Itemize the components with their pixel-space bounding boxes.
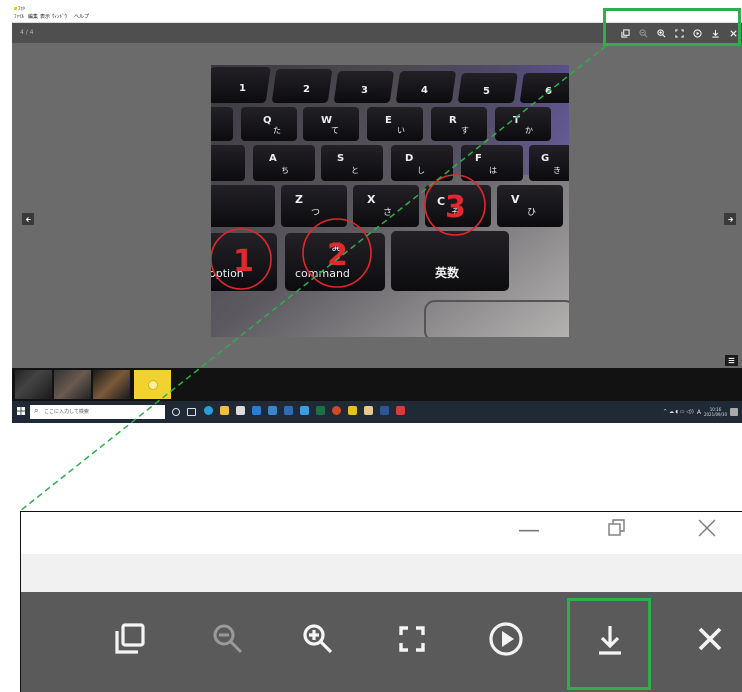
svg-text:し: し: [417, 166, 425, 175]
previous-arrow-icon[interactable]: [22, 213, 34, 225]
svg-text:4: 4: [421, 85, 428, 96]
app-logo-icon: [14, 7, 17, 10]
svg-text:2: 2: [303, 84, 310, 95]
thumbnail-circle: [148, 380, 158, 390]
svg-text:3: 3: [445, 190, 466, 225]
svg-text:X: X: [367, 193, 376, 206]
svg-text:V: V: [511, 193, 520, 206]
word-icon[interactable]: [380, 406, 389, 415]
windows-start-icon[interactable]: [17, 407, 26, 416]
app-title: ﾌｫﾄ: [18, 6, 26, 12]
grid-view-button[interactable]: [725, 355, 738, 366]
thumbnail-4-selected[interactable]: [134, 370, 171, 399]
search-icon: ⌕: [34, 406, 39, 415]
taskbar-clock[interactable]: 10:16 2021/09/30: [704, 407, 727, 417]
fullscreen-icon[interactable]: [387, 614, 437, 664]
app-icon-blue-3[interactable]: [300, 406, 309, 415]
next-arrow-icon[interactable]: [724, 213, 736, 225]
svg-text:か: か: [525, 126, 533, 135]
svg-text:E: E: [385, 115, 392, 126]
svg-text:ひ: ひ: [527, 207, 536, 218]
svg-text:G: G: [541, 153, 549, 164]
thumbnail-2[interactable]: [54, 370, 91, 399]
minimize-icon[interactable]: —: [518, 518, 540, 543]
svg-text:R: R: [449, 115, 457, 126]
menu-help[interactable]: ヘルプ: [74, 14, 89, 21]
photo-app-icon[interactable]: [348, 406, 357, 415]
copy-icon[interactable]: [105, 614, 155, 664]
toolbar-highlight-box: [603, 8, 741, 46]
key-row-qwert: Q た W て E い R す T か: [211, 107, 551, 141]
svg-text:1: 1: [239, 83, 246, 94]
paint-icon[interactable]: [364, 406, 373, 415]
taskbar-search-box[interactable]: ⌕ ここに入力して検索: [30, 405, 165, 419]
close-icon[interactable]: [685, 614, 735, 664]
keyboard-photo: 1 2 3 4 5 6 Q た W て E い R す T か A ち S と: [211, 65, 569, 337]
zoomed-window-titlebar: —: [21, 512, 742, 554]
app-icon-red[interactable]: [332, 406, 341, 415]
svg-text:い: い: [397, 126, 405, 135]
svg-text:W: W: [321, 115, 332, 126]
menu-file[interactable]: ﾌｧｲﾙ: [14, 14, 24, 21]
edge-icon[interactable]: [204, 406, 213, 415]
system-tray: ^ ☁ ◖ ▭ ◁)) A 10:16 2021/09/30: [663, 405, 738, 419]
svg-text:F: F: [475, 153, 482, 164]
svg-text:Z: Z: [295, 193, 303, 206]
svg-text:さ: さ: [383, 207, 392, 218]
excel-icon[interactable]: [316, 406, 325, 415]
download-highlight-box: [567, 598, 651, 690]
window-close-icon[interactable]: [697, 518, 717, 544]
svg-text:つ: つ: [311, 208, 320, 218]
zoomed-menu-band: [21, 554, 742, 592]
mail-icon[interactable]: [252, 406, 261, 415]
taskbar-search-placeholder: ここに入力して検索: [44, 409, 89, 415]
svg-text:T: T: [513, 115, 520, 126]
svg-text:す: す: [461, 126, 469, 135]
menu-view[interactable]: 表示: [40, 14, 50, 21]
svg-text:3: 3: [361, 85, 368, 96]
svg-text:D: D: [405, 153, 413, 164]
svg-text:A: A: [269, 153, 277, 164]
task-view-icon[interactable]: [187, 408, 196, 416]
thumbnail-strip: [12, 368, 742, 401]
svg-text:と: と: [351, 166, 359, 175]
explorer-icon[interactable]: [220, 406, 229, 415]
svg-text:き: き: [553, 166, 561, 175]
slideshow-play-icon[interactable]: [481, 614, 531, 664]
thumbnail-3[interactable]: [93, 370, 130, 399]
svg-text:て: て: [331, 126, 339, 135]
svg-text:2: 2: [327, 238, 348, 273]
svg-text:C: C: [437, 195, 445, 208]
svg-text:1: 1: [233, 244, 254, 279]
app-icon-blue-2[interactable]: [284, 406, 293, 415]
maximize-icon[interactable]: [607, 518, 627, 544]
page-counter: 4 / 4: [20, 29, 34, 36]
svg-text:Q: Q: [263, 115, 272, 126]
app-icon-red-2[interactable]: [396, 406, 405, 415]
zoom-in-icon[interactable]: [293, 614, 343, 664]
svg-text:英数: 英数: [435, 265, 460, 280]
menu-window[interactable]: ｳｨﾝﾄﾞｳ: [52, 14, 67, 21]
tray-icons[interactable]: ^ ☁ ◖ ▭ ◁)): [663, 409, 694, 415]
key-row-zxcv: Z つ X さ C そ V ひ: [211, 185, 563, 227]
svg-text:た: た: [273, 126, 281, 135]
windows-taskbar: ⌕ ここに入力して検索 ^ ☁ ◖ ▭ ◁)) A 10:16 2021/09/…: [12, 401, 742, 423]
svg-text:5: 5: [483, 86, 490, 97]
ime-indicator[interactable]: A: [697, 409, 701, 416]
svg-text:6: 6: [545, 86, 552, 97]
svg-text:は: は: [489, 166, 497, 175]
notification-icon[interactable]: [730, 408, 738, 416]
zoom-out-icon[interactable]: [203, 614, 253, 664]
svg-text:ち: ち: [281, 166, 289, 175]
svg-text:S: S: [337, 153, 344, 164]
app-icon-blue-1[interactable]: [268, 406, 277, 415]
clock-date: 2021/09/30: [703, 412, 727, 417]
cortana-icon[interactable]: [172, 408, 180, 416]
zoomed-toolbar-detail: —: [20, 511, 742, 692]
store-icon[interactable]: [236, 406, 245, 415]
menu-edit[interactable]: 編集: [28, 14, 38, 21]
thumbnail-1[interactable]: [15, 370, 52, 399]
